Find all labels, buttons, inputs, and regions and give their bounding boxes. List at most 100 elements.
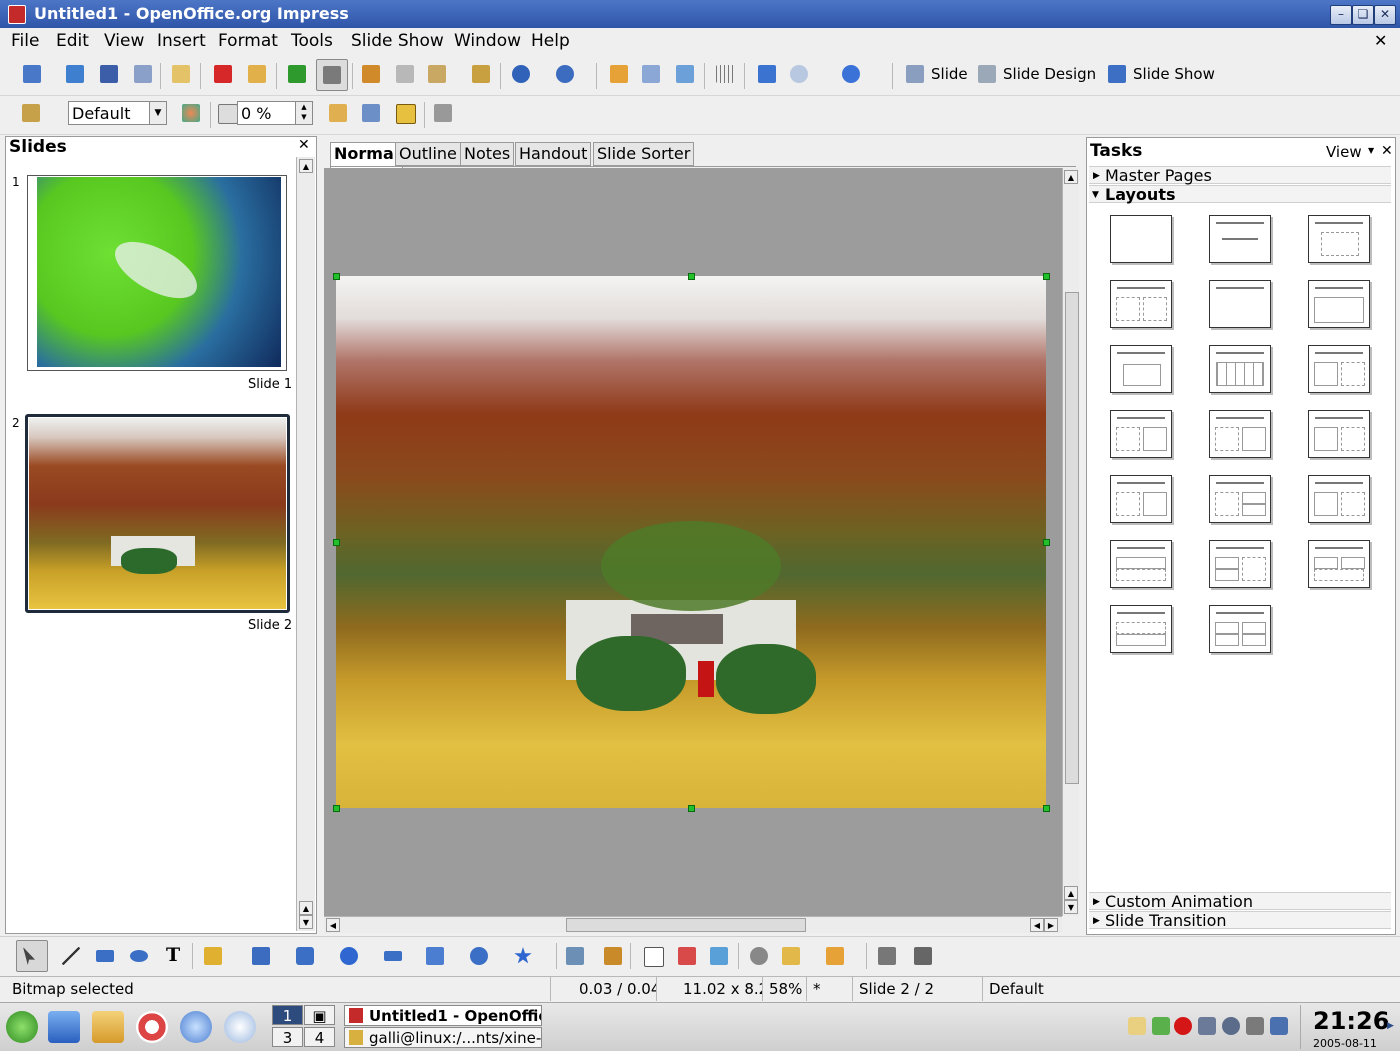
tab-outline[interactable]: Outline <box>395 142 461 166</box>
tab-handout[interactable]: Handout <box>515 142 592 166</box>
editor-horizontal-scrollbar[interactable]: ◀ ◀ ▶ <box>324 916 1062 933</box>
flowchart-button[interactable] <box>422 943 448 969</box>
spellcheck-button[interactable] <box>284 61 310 87</box>
scroll-thumb[interactable] <box>566 918 806 932</box>
section-custom-animation[interactable]: ▶ Custom Animation <box>1089 892 1391 911</box>
glue-points-button[interactable] <box>600 943 626 969</box>
navigator-button[interactable] <box>754 61 780 87</box>
menu-help[interactable]: Help <box>531 31 570 51</box>
curve-tool-button[interactable] <box>200 943 226 969</box>
menu-tools[interactable]: Tools <box>291 31 333 51</box>
selected-bitmap-image[interactable] <box>336 276 1046 808</box>
layout-title-slide[interactable] <box>1209 280 1271 328</box>
line-tool-button[interactable] <box>58 943 84 969</box>
transparency-stepper[interactable]: 0 % ▲ ▼ <box>237 101 313 125</box>
scroll-up-icon[interactable]: ▲ <box>1064 886 1078 900</box>
layout-title-4objects[interactable] <box>1209 605 1271 653</box>
edit-file-button[interactable] <box>168 61 194 87</box>
selection-handle[interactable] <box>688 805 695 812</box>
scroll-up-icon[interactable]: ▲ <box>1064 170 1078 184</box>
cut-button[interactable] <box>358 61 384 87</box>
power-plug-icon[interactable] <box>1246 1017 1264 1035</box>
line-style-combo[interactable]: Default ▼ <box>68 101 167 125</box>
fontwork-button[interactable] <box>640 943 666 969</box>
section-layouts[interactable]: ▼ Layouts <box>1089 185 1391 204</box>
desktop-pager-4[interactable]: 4 <box>304 1027 335 1047</box>
menu-slide-show[interactable]: Slide Show <box>351 31 444 51</box>
connector-tool-button[interactable] <box>248 943 274 969</box>
selection-handle[interactable] <box>333 539 340 546</box>
scroll-down-icon[interactable]: ▼ <box>1064 900 1078 914</box>
browser-icon[interactable] <box>180 1011 212 1043</box>
slide-show-button[interactable]: Slide Show <box>1133 65 1215 83</box>
scroll-up-icon[interactable]: ▲ <box>299 159 313 173</box>
selection-handle[interactable] <box>1043 805 1050 812</box>
selection-handle[interactable] <box>688 273 695 280</box>
layout-title-object-text[interactable] <box>1308 475 1370 523</box>
format-paintbrush-button[interactable] <box>468 61 494 87</box>
layout-title-box[interactable] <box>1308 280 1370 328</box>
layout-title-text-2objects[interactable] <box>1209 475 1271 523</box>
layout-title-content[interactable] <box>1308 215 1370 263</box>
chevron-down-icon[interactable]: ▼ <box>149 102 166 124</box>
help-lifebuoy-icon[interactable] <box>136 1011 168 1043</box>
impress-app-icon[interactable] <box>8 5 26 24</box>
close-window-button[interactable]: ✕ <box>1374 5 1396 25</box>
crop-button[interactable] <box>430 100 456 126</box>
points-button[interactable] <box>562 943 588 969</box>
new-document-button[interactable] <box>19 61 45 87</box>
home-folder-icon[interactable] <box>92 1011 124 1043</box>
layout-blank[interactable] <box>1110 215 1172 263</box>
basic-shapes-button[interactable] <box>292 943 318 969</box>
cube-launcher-icon[interactable] <box>48 1011 80 1043</box>
symbol-shapes-button[interactable] <box>336 943 362 969</box>
klipper-icon[interactable] <box>1128 1017 1146 1035</box>
desktop-pager-3[interactable]: 3 <box>272 1027 303 1047</box>
scroll-up-icon[interactable]: ▲ <box>299 901 313 915</box>
scroll-right-icon[interactable]: ▶ <box>1044 918 1058 932</box>
rectangle-tool-button[interactable] <box>92 943 118 969</box>
desktop-pager-2[interactable]: ▣ <box>304 1005 335 1025</box>
alignment-button[interactable] <box>778 943 804 969</box>
area-style-button[interactable] <box>178 100 204 126</box>
update-tray-icon[interactable] <box>1222 1017 1240 1035</box>
insert-image-button[interactable] <box>674 943 700 969</box>
slide-thumbnail-2[interactable] <box>25 414 290 613</box>
text-tool-button[interactable]: T <box>160 943 186 969</box>
section-master-pages[interactable]: ▶ Master Pages <box>1089 166 1391 185</box>
menu-file[interactable]: File <box>11 31 39 51</box>
help-button[interactable] <box>838 61 864 87</box>
layout-title-only[interactable] <box>1209 215 1271 263</box>
taskbar-item-terminal[interactable]: galli@linux:/...nts/xine-ui-0 <box>344 1027 542 1048</box>
redo-button[interactable] <box>552 61 578 87</box>
printer-tray-icon[interactable] <box>1198 1017 1216 1035</box>
scroll-left-icon[interactable]: ◀ <box>326 918 340 932</box>
slide-design-button[interactable]: Slide Design <box>1003 65 1096 83</box>
effects-wand-button[interactable] <box>18 100 44 126</box>
minimize-button[interactable]: – <box>1330 5 1352 25</box>
layout-title-2objects-over-text[interactable] <box>1308 540 1370 588</box>
rotate-button[interactable] <box>746 943 772 969</box>
layout-title-chart[interactable] <box>1110 345 1172 393</box>
status-zoom[interactable]: 58% <box>762 977 806 1001</box>
slide-design-icon[interactable] <box>974 61 1000 87</box>
selection-handle[interactable] <box>333 805 340 812</box>
selection-handle[interactable] <box>333 273 340 280</box>
menu-view[interactable]: View <box>104 31 144 51</box>
auto-spellcheck-button[interactable] <box>316 59 348 91</box>
taskbar-item-impress[interactable]: Untitled1 - OpenOffice.o <box>344 1005 542 1026</box>
slide-show-icon[interactable] <box>1104 61 1130 87</box>
stars-button[interactable] <box>510 943 536 969</box>
stepper-arrows-icon[interactable]: ▲ ▼ <box>295 102 312 124</box>
scroll-thumb[interactable] <box>1065 292 1079 784</box>
close-slides-panel-icon[interactable]: ✕ <box>298 137 310 153</box>
mail-client-icon[interactable] <box>224 1011 256 1043</box>
insert-picture-button[interactable] <box>706 943 732 969</box>
volume-icon[interactable] <box>1270 1017 1288 1035</box>
slide-button[interactable]: Slide <box>931 65 968 83</box>
desktop-pager-1[interactable]: 1 <box>272 1005 303 1025</box>
tab-normal[interactable]: Normal <box>330 142 404 168</box>
chart-button[interactable] <box>606 61 632 87</box>
display-grid-button[interactable] <box>672 61 698 87</box>
ellipse-tool-button[interactable] <box>126 943 152 969</box>
